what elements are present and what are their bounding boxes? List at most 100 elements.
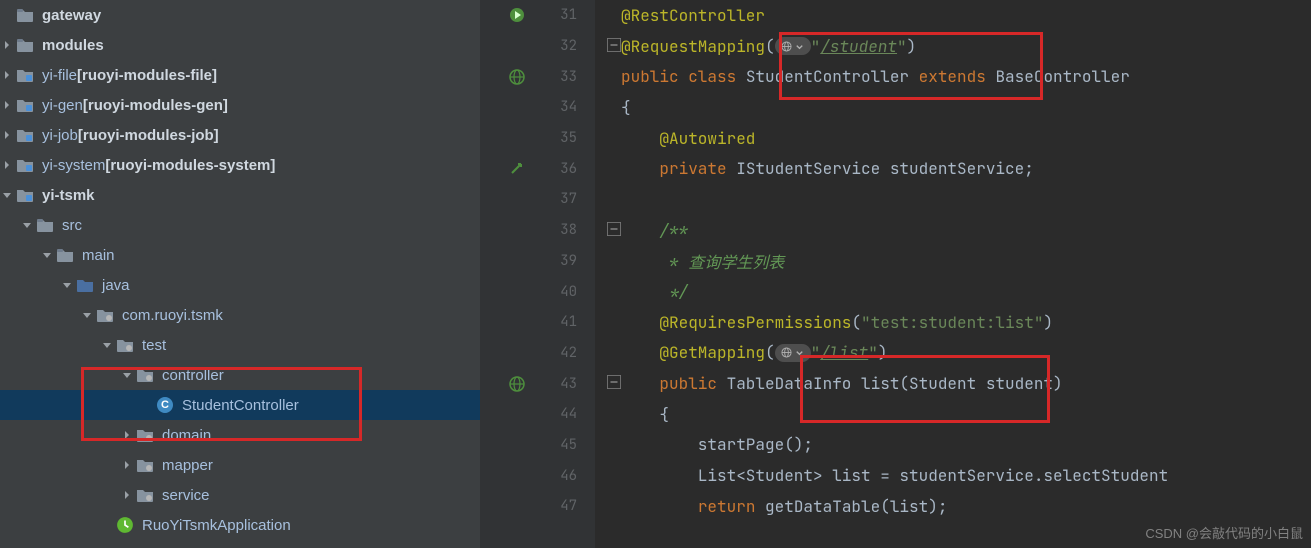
- gutter-line[interactable]: 42: [480, 338, 595, 369]
- tree-item[interactable]: main: [0, 240, 480, 270]
- code-line[interactable]: @RestController: [607, 0, 1311, 31]
- chevron-down-icon[interactable]: [60, 278, 74, 292]
- url-globe-pill[interactable]: [775, 344, 811, 362]
- code-line[interactable]: {: [607, 399, 1311, 430]
- code-token: [621, 342, 659, 363]
- code-line[interactable]: return getDataTable(list);: [607, 491, 1311, 522]
- fold-collapse-icon[interactable]: [607, 36, 621, 57]
- chevron-right-icon[interactable]: [0, 98, 14, 112]
- gutter-line[interactable]: 45: [480, 430, 595, 461]
- gutter-line[interactable]: 32: [480, 31, 595, 62]
- fold-collapse-icon[interactable]: [607, 220, 621, 241]
- tree-item[interactable]: controller: [0, 360, 480, 390]
- code-token: (: [765, 36, 775, 57]
- tree-item[interactable]: gateway: [0, 0, 480, 30]
- tree-item-label: controller: [162, 367, 224, 384]
- package-icon: [136, 456, 154, 474]
- code-line[interactable]: private IStudentService studentService;: [607, 153, 1311, 184]
- code-line[interactable]: @Autowired: [607, 123, 1311, 154]
- fold-collapse-icon[interactable]: [607, 373, 621, 394]
- code-token: ": [811, 342, 821, 363]
- gutter-line[interactable]: 37: [480, 184, 595, 215]
- tree-item[interactable]: modules: [0, 30, 480, 60]
- chevron-right-icon[interactable]: [0, 128, 14, 142]
- gutter-line[interactable]: 34: [480, 92, 595, 123]
- web-gutter-icon[interactable]: [509, 376, 525, 392]
- tree-item[interactable]: service: [0, 480, 480, 510]
- tree-item[interactable]: mapper: [0, 450, 480, 480]
- project-tree[interactable]: gatewaymodulesyi-file [ruoyi-modules-fil…: [0, 0, 480, 548]
- code-line[interactable]: {: [607, 92, 1311, 123]
- gutter-line[interactable]: 38: [480, 215, 595, 246]
- tree-item-label: StudentController: [182, 397, 299, 414]
- tree-item[interactable]: RuoYiTsmkApplication: [0, 510, 480, 540]
- line-number: 43: [560, 375, 577, 393]
- gutter-line[interactable]: 39: [480, 246, 595, 277]
- code-line[interactable]: List<Student> list = studentService.sele…: [607, 460, 1311, 491]
- code-line[interactable]: @GetMapping("/list"): [607, 338, 1311, 369]
- gutter-line[interactable]: 44: [480, 399, 595, 430]
- tree-item[interactable]: resources: [0, 540, 480, 548]
- editor-code-area[interactable]: @RestController@RequestMapping("/student…: [595, 0, 1311, 548]
- code-line[interactable]: @RequestMapping("/student"): [607, 31, 1311, 62]
- chevron-down-icon[interactable]: [80, 308, 94, 322]
- gutter-line[interactable]: 35: [480, 123, 595, 154]
- url-globe-pill[interactable]: [775, 37, 811, 55]
- tree-item-label: java: [102, 277, 130, 294]
- tree-item-module-suffix: [ruoyi-modules-file]: [77, 67, 217, 84]
- tree-item-label: yi-file: [42, 67, 77, 84]
- code-token: extends: [919, 66, 996, 87]
- run-gutter-icon[interactable]: [509, 7, 525, 23]
- gutter-line[interactable]: 46: [480, 460, 595, 491]
- tree-item[interactable]: src: [0, 210, 480, 240]
- code-token: return: [698, 496, 765, 517]
- chevron-down-icon[interactable]: [20, 218, 34, 232]
- tree-item[interactable]: yi-tsmk: [0, 180, 480, 210]
- code-line[interactable]: * 查询学生列表: [607, 246, 1311, 277]
- chevron-right-icon[interactable]: [0, 38, 14, 52]
- chevron-right-icon[interactable]: [0, 158, 14, 172]
- chevron-right-icon[interactable]: [120, 458, 134, 472]
- bean-nav-icon[interactable]: [509, 161, 525, 177]
- line-number: 45: [560, 436, 577, 454]
- gutter-line[interactable]: 36: [480, 153, 595, 184]
- line-number: 36: [560, 160, 577, 178]
- code-line[interactable]: public TableDataInfo list(Student studen…: [607, 368, 1311, 399]
- code-line[interactable]: startPage();: [607, 430, 1311, 461]
- code-line[interactable]: [607, 184, 1311, 215]
- gutter-line[interactable]: 31: [480, 0, 595, 31]
- tree-item[interactable]: com.ruoyi.tsmk: [0, 300, 480, 330]
- editor-gutter[interactable]: 3132333435 36 373839404142 43 44 45 4647: [480, 0, 595, 548]
- web-gutter-icon[interactable]: [509, 69, 525, 85]
- code-line[interactable]: */: [607, 276, 1311, 307]
- code-token: IStudentService: [736, 158, 890, 179]
- tree-item[interactable]: yi-system [ruoyi-modules-system]: [0, 150, 480, 180]
- tree-item[interactable]: test: [0, 330, 480, 360]
- chevron-down-icon[interactable]: [100, 338, 114, 352]
- tree-item-label: src: [62, 217, 82, 234]
- chevron-down-icon[interactable]: [0, 188, 14, 202]
- gutter-line[interactable]: 33: [480, 61, 595, 92]
- tree-item[interactable]: domain: [0, 420, 480, 450]
- chevron-right-icon[interactable]: [120, 428, 134, 442]
- tree-item[interactable]: yi-gen [ruoyi-modules-gen]: [0, 90, 480, 120]
- spring-boot-icon: [116, 516, 134, 534]
- tree-item[interactable]: yi-job [ruoyi-modules-job]: [0, 120, 480, 150]
- chevron-right-icon[interactable]: [0, 68, 14, 82]
- code-line[interactable]: /**: [607, 215, 1311, 246]
- chevron-down-icon[interactable]: [120, 368, 134, 382]
- code-editor[interactable]: 3132333435 36 373839404142 43 44 45 4647 @Rest…: [480, 0, 1311, 548]
- project-tree-panel[interactable]: gatewaymodulesyi-file [ruoyi-modules-fil…: [0, 0, 480, 548]
- tree-item[interactable]: CStudentController: [0, 390, 480, 420]
- tree-item-label: com.ruoyi.tsmk: [122, 307, 223, 324]
- gutter-line[interactable]: 40: [480, 276, 595, 307]
- chevron-right-icon[interactable]: [120, 488, 134, 502]
- tree-item[interactable]: java: [0, 270, 480, 300]
- chevron-down-icon[interactable]: [40, 248, 54, 262]
- code-line[interactable]: public class StudentController extends B…: [607, 61, 1311, 92]
- tree-item[interactable]: yi-file [ruoyi-modules-file]: [0, 60, 480, 90]
- gutter-line[interactable]: 41: [480, 307, 595, 338]
- gutter-line[interactable]: 43: [480, 368, 595, 399]
- gutter-line[interactable]: 47: [480, 491, 595, 522]
- code-line[interactable]: @RequiresPermissions("test:student:list"…: [607, 307, 1311, 338]
